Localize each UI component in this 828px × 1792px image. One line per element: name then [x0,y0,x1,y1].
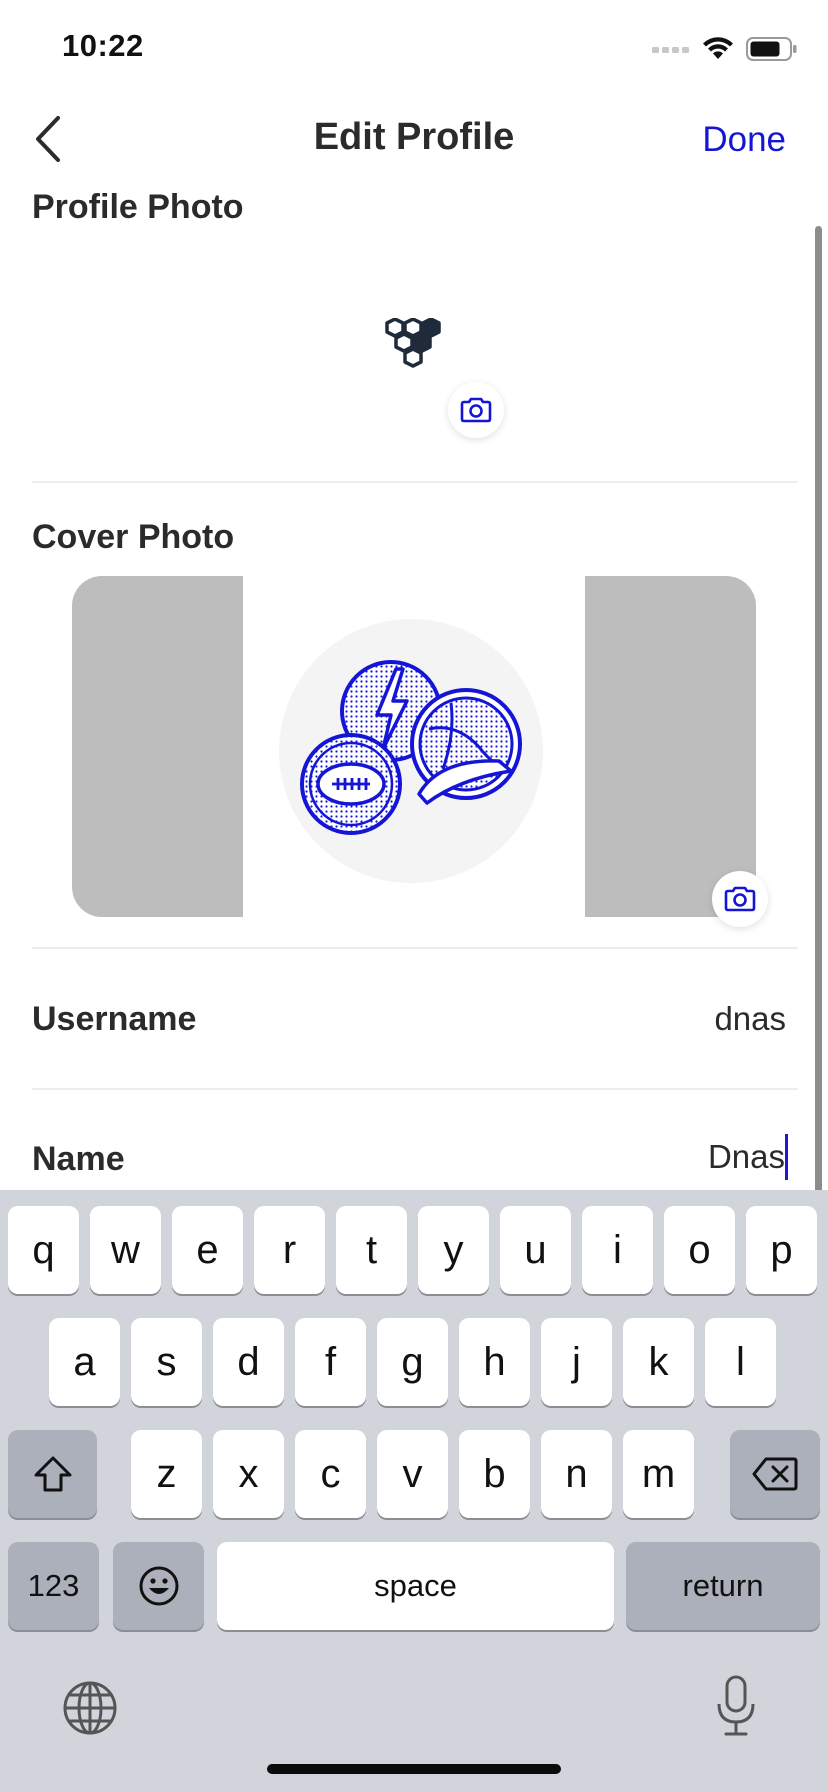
key-m[interactable]: m [623,1430,694,1518]
key-z[interactable]: z [131,1430,202,1518]
name-field-value: Dnas [707,1138,785,1175]
shift-icon [34,1456,71,1492]
key-d[interactable]: d [213,1318,284,1406]
name-label: Name [32,1140,125,1178]
divider [32,1088,798,1090]
emoji-key[interactable] [113,1542,204,1630]
key-v[interactable]: v [377,1430,448,1518]
cover-photo-camera-button[interactable] [712,871,768,927]
microphone-icon [717,1675,755,1736]
delete-icon [752,1457,798,1491]
text-caret [785,1134,788,1180]
username-label: Username [32,1000,197,1038]
sports-balls-illustration [300,660,522,835]
key-b[interactable]: b [459,1430,530,1518]
signal-icon [652,47,689,53]
cover-photo-label: Cover Photo [32,518,235,556]
home-indicator[interactable] [267,1764,561,1774]
key-f[interactable]: f [295,1318,366,1406]
status-indicators [652,36,798,62]
wifi-icon [703,37,733,59]
return-key[interactable]: return [626,1542,820,1630]
delete-key[interactable] [730,1430,820,1518]
scroll-indicator[interactable] [815,226,822,1226]
key-u[interactable]: u [500,1206,571,1294]
key-q[interactable]: q [8,1206,79,1294]
space-key[interactable]: space [217,1542,614,1630]
key-e[interactable]: e [172,1206,243,1294]
profile-photo-camera-button[interactable] [448,382,504,438]
numbers-key[interactable]: 123 [8,1542,99,1630]
globe-icon [63,1681,117,1735]
shift-key[interactable] [8,1430,97,1518]
camera-icon [460,397,492,423]
profile-photo-label: Profile Photo [32,188,244,226]
cover-photo-left-placeholder [72,576,243,917]
key-s[interactable]: s [131,1318,202,1406]
done-button[interactable]: Done [702,120,786,160]
microphone-button[interactable] [714,1674,758,1740]
keyboard: q w e r t y u i o p a s d f g h j k l z … [0,1190,828,1792]
key-p[interactable]: p [746,1206,817,1294]
key-c[interactable]: c [295,1430,366,1518]
key-k[interactable]: k [623,1318,694,1406]
emoji-icon [139,1566,178,1606]
name-field[interactable]: Dnas [708,1134,788,1180]
key-w[interactable]: w [90,1206,161,1294]
camera-icon [724,886,756,912]
key-i[interactable]: i [582,1206,653,1294]
key-j[interactable]: j [541,1318,612,1406]
divider [32,481,798,483]
key-r[interactable]: r [254,1206,325,1294]
key-g[interactable]: g [377,1318,448,1406]
key-n[interactable]: n [541,1430,612,1518]
key-x[interactable]: x [213,1430,284,1518]
cover-photo-right-placeholder [585,576,756,917]
key-l[interactable]: l [705,1318,776,1406]
globe-button[interactable] [60,1678,120,1738]
profile-avatar-logo[interactable] [377,318,447,380]
status-time: 10:22 [62,28,144,63]
username-field[interactable]: dnas [714,1000,786,1038]
key-o[interactable]: o [664,1206,735,1294]
key-t[interactable]: t [336,1206,407,1294]
key-y[interactable]: y [418,1206,489,1294]
key-a[interactable]: a [49,1318,120,1406]
battery-icon [746,37,797,61]
divider [32,947,798,949]
key-h[interactable]: h [459,1318,530,1406]
